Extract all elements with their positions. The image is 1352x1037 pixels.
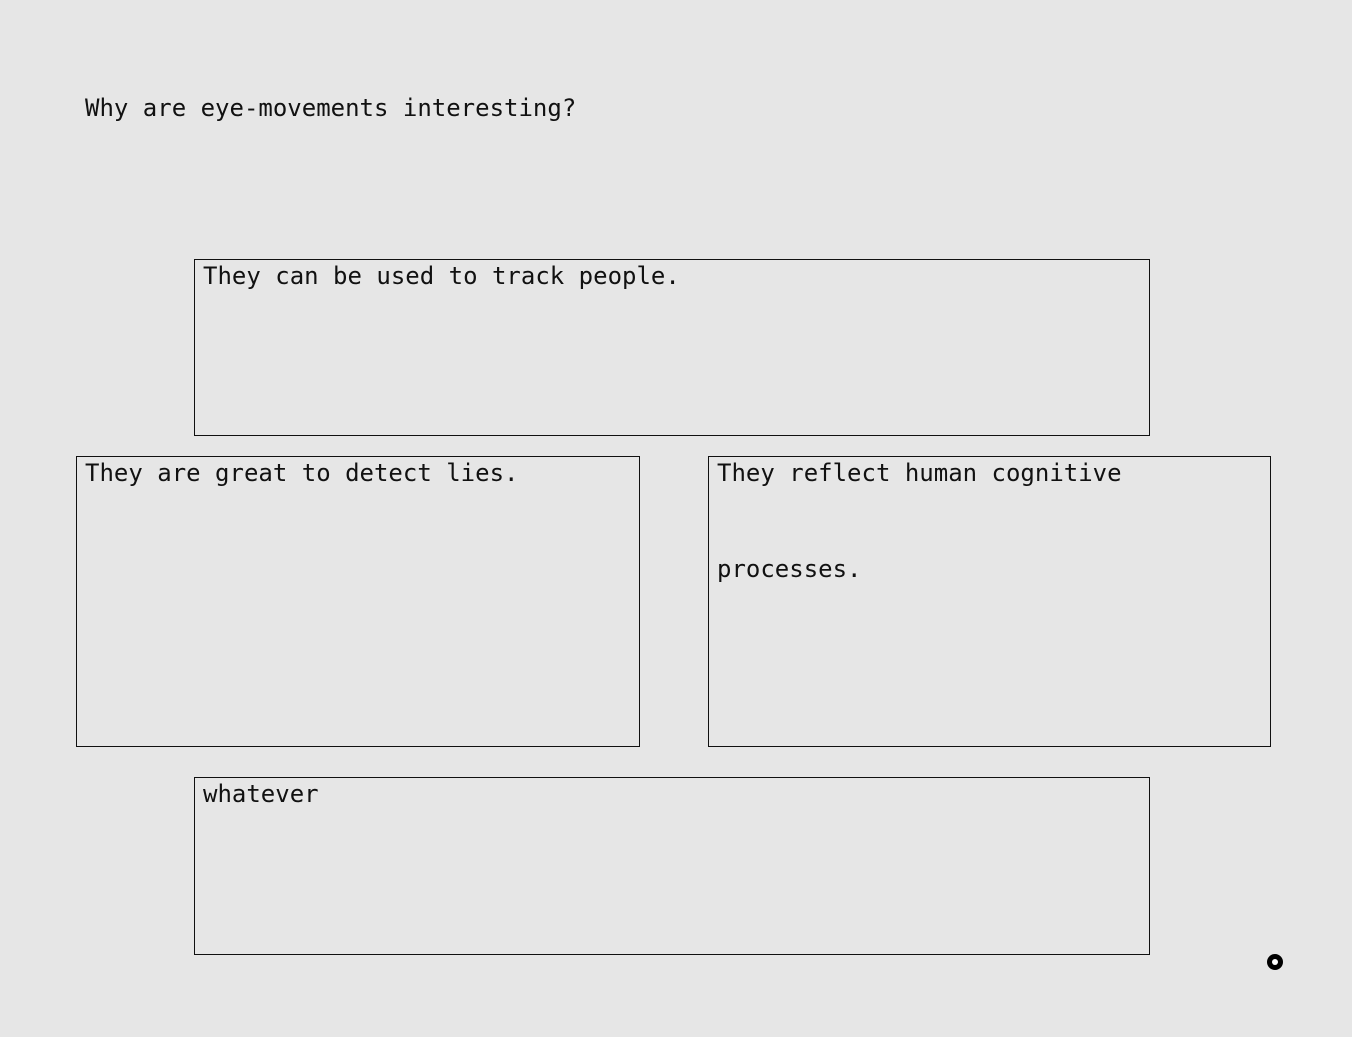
answer-option-cognitive-processes[interactable]: They reflect human cognitive processes. <box>708 456 1271 747</box>
answer-option-label: whatever <box>203 780 319 808</box>
answer-option-track-people[interactable]: They can be used to track people. <box>194 259 1150 436</box>
answer-option-whatever[interactable]: whatever <box>194 777 1150 955</box>
gaze-cursor-icon <box>1267 954 1283 970</box>
answer-option-label: They reflect human cognitive processes. <box>717 459 1122 583</box>
answer-option-detect-lies[interactable]: They are great to detect lies. <box>76 456 640 747</box>
answer-option-label: They are great to detect lies. <box>85 459 519 487</box>
question-title: Why are eye-movements interesting? <box>85 94 577 122</box>
answer-option-label: They can be used to track people. <box>203 262 680 290</box>
gaze-cursor-center <box>1272 959 1278 965</box>
